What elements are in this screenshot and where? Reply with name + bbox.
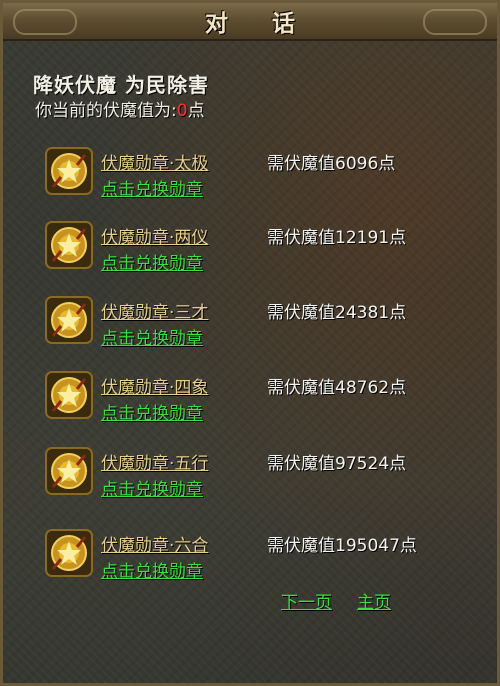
medal-name-link[interactable]: 伏魔勋章·四象 (101, 373, 208, 398)
exchange-medal-link[interactable]: 点击兑换勋章 (101, 249, 203, 274)
medal-name-link[interactable]: 伏魔勋章·太极 (101, 149, 208, 174)
medal-name-link[interactable]: 伏魔勋章·两仪 (101, 223, 208, 248)
medal-row: 伏魔勋章·五行 需伏魔值97524点 点击兑换勋章 (45, 445, 485, 525)
medal-icon[interactable] (45, 529, 93, 577)
medal-icon[interactable] (45, 296, 93, 344)
medal-row: 伏魔勋章·三才 需伏魔值24381点 点击兑换勋章 (45, 294, 485, 374)
points-prefix: 你当前的伏魔值为: (35, 101, 177, 121)
current-points-line: 你当前的伏魔值为:0点 (35, 96, 205, 121)
dialog-heading: 降妖伏魔 为民除害 (33, 73, 209, 97)
medal-requirement: 需伏魔值24381点 (267, 303, 407, 323)
next-page-link[interactable]: 下一页 (281, 588, 332, 613)
medal-row: 伏魔勋章·太极 需伏魔值6096点 点击兑换勋章 (45, 145, 485, 225)
medal-icon[interactable] (45, 371, 93, 419)
title-ornament-left (13, 9, 77, 35)
dialog-titlebar[interactable]: 对 话 (3, 3, 497, 41)
medal-requirement: 需伏魔值195047点 (267, 536, 417, 556)
npc-dialog-window: 对 话 降妖伏魔 为民除害 你当前的伏魔值为:0点 伏魔勋章·太极 需伏魔值60… (0, 0, 500, 686)
medal-row: 伏魔勋章·两仪 需伏魔值12191点 点击兑换勋章 (45, 219, 485, 299)
exchange-medal-link[interactable]: 点击兑换勋章 (101, 475, 203, 500)
medal-requirement: 需伏魔值97524点 (267, 454, 407, 474)
medal-row: 伏魔勋章·六合 需伏魔值195047点 点击兑换勋章 (45, 527, 485, 607)
exchange-medal-link[interactable]: 点击兑换勋章 (101, 399, 203, 424)
medal-icon[interactable] (45, 147, 93, 195)
medal-name-link[interactable]: 伏魔勋章·六合 (101, 531, 208, 556)
medal-icon[interactable] (45, 447, 93, 495)
home-link[interactable]: 主页 (357, 588, 391, 613)
medal-name-link[interactable]: 伏魔勋章·五行 (101, 449, 208, 474)
exchange-medal-link[interactable]: 点击兑换勋章 (101, 557, 203, 582)
medal-requirement: 需伏魔值48762点 (267, 378, 407, 398)
medal-icon[interactable] (45, 221, 93, 269)
points-suffix: 点 (187, 101, 205, 121)
medal-row: 伏魔勋章·四象 需伏魔值48762点 点击兑换勋章 (45, 369, 485, 449)
title-ornament-right (423, 9, 487, 35)
medal-requirement: 需伏魔值12191点 (267, 228, 407, 248)
medal-name-link[interactable]: 伏魔勋章·三才 (101, 298, 208, 323)
medal-requirement: 需伏魔值6096点 (267, 154, 396, 174)
exchange-medal-link[interactable]: 点击兑换勋章 (101, 324, 203, 349)
points-value: 0 (176, 101, 188, 121)
exchange-medal-link[interactable]: 点击兑换勋章 (101, 175, 203, 200)
dialog-title: 对 话 (204, 11, 313, 37)
